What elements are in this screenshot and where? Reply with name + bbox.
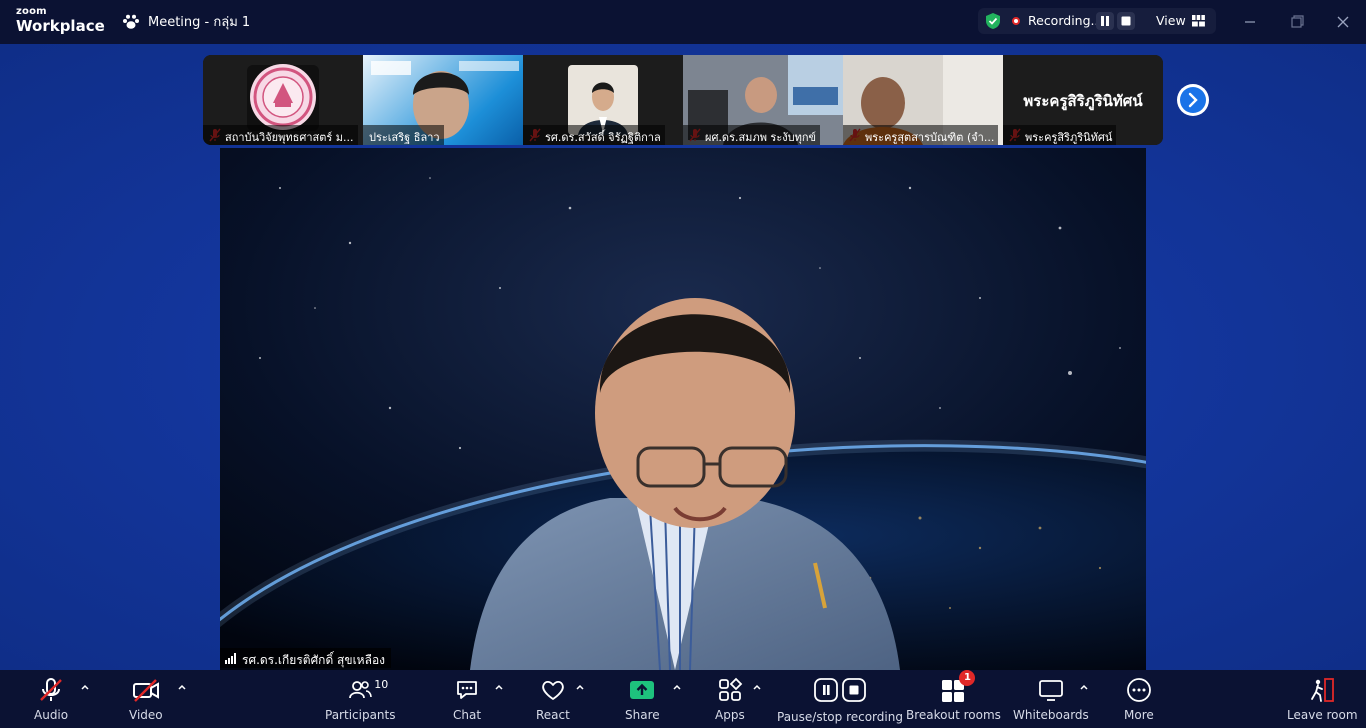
next-page-button[interactable] — [1177, 84, 1209, 116]
breakout-rooms-button[interactable]: 1 Breakout rooms — [906, 670, 1001, 722]
participant-name: รศ.ดร.สวัสดิ์ จิรัฏฐิติกาล — [523, 125, 665, 145]
view-button[interactable]: View — [1156, 13, 1205, 28]
participant-strip: สถาบันวิจัยพุทธศาสตร์ ม... ประเสริฐ ธิลา… — [203, 55, 1163, 145]
participant-tile[interactable]: ประเสริฐ ธิลาว — [363, 55, 523, 145]
react-label: React — [536, 708, 570, 722]
pause-recording-button[interactable] — [1096, 12, 1114, 30]
video-off-icon — [131, 676, 161, 704]
apps-button[interactable]: Apps — [715, 676, 745, 722]
pause-stop-recording-button[interactable]: Pause/stop recording — [777, 676, 903, 724]
pause-icon — [1101, 16, 1109, 26]
chevron-right-icon — [1180, 87, 1206, 113]
leave-room-label: Leave room — [1287, 708, 1358, 722]
meeting-toolbar: Audio Video 10 Participants Chat React S… — [0, 670, 1366, 728]
chat-icon — [454, 676, 480, 704]
breakout-rooms-label: Breakout rooms — [906, 708, 1001, 722]
share-options-caret-icon[interactable] — [672, 682, 682, 692]
recording-status: Recording... — [1028, 13, 1103, 28]
apps-label: Apps — [715, 708, 745, 722]
mic-muted-icon — [37, 676, 65, 704]
more-icon — [1125, 676, 1153, 704]
main-speaker-video[interactable]: รศ.ดร.เกียรติศักดิ์ สุขเหลือง — [220, 148, 1146, 670]
video-button[interactable]: Video — [129, 676, 163, 722]
recording-dot-icon — [1012, 17, 1020, 25]
share-label: Share — [625, 708, 660, 722]
meeting-title-text: Meeting - กลุ่ม 1 — [148, 15, 251, 30]
whiteboards-label: Whiteboards — [1013, 708, 1089, 722]
participant-tile[interactable]: รศ.ดร.สวัสดิ์ จิรัฏฐิติกาล — [523, 55, 683, 145]
paw-icon — [123, 14, 139, 29]
pause-stop-recording-label: Pause/stop recording — [777, 710, 903, 724]
video-label: Video — [129, 708, 163, 722]
leave-room-button[interactable]: Leave room — [1287, 676, 1358, 722]
speaker-video-frame — [220, 148, 1146, 670]
chat-button[interactable]: Chat — [453, 676, 481, 722]
react-options-caret-icon[interactable] — [575, 682, 585, 692]
participant-big-name: พระครูสิริภูรินิทัศน์ — [1023, 92, 1143, 110]
video-options-caret-icon[interactable] — [177, 682, 187, 692]
view-label: View — [1156, 13, 1186, 28]
participant-name: พระครูสุตสารบัณฑิต (จำ... — [843, 125, 999, 145]
participant-tile[interactable]: ผศ.ดร.สมภพ ระงับทุกข์ — [683, 55, 843, 145]
participant-name: สถาบันวิจัยพุทธศาสตร์ ม... — [203, 125, 358, 145]
brand-line-1: zoom — [16, 6, 47, 17]
share-button[interactable]: Share — [625, 676, 660, 722]
recording-pill: Recording... View — [978, 8, 1216, 34]
title-bar: zoom Workplace Meeting - กลุ่ม 1 Recordi… — [0, 0, 1366, 44]
grid-view-icon — [1191, 14, 1205, 26]
speaker-name-label: รศ.ดร.เกียรติศักดิ์ สุขเหลือง — [220, 648, 392, 668]
participant-name: พระครูสิริภูรินิทัศน์ — [1003, 125, 1117, 145]
participants-button[interactable]: 10 Participants — [325, 676, 396, 722]
share-screen-icon — [628, 676, 656, 704]
stop-recording-button[interactable] — [1117, 12, 1135, 30]
more-button[interactable]: More — [1124, 676, 1154, 722]
participant-tile[interactable]: พระครูสุตสารบัณฑิต (จำ... — [843, 55, 1003, 145]
heart-icon — [539, 676, 567, 704]
whiteboards-options-caret-icon[interactable] — [1079, 682, 1089, 692]
recording-controls-icon — [813, 676, 867, 704]
participant-name: ประเสริฐ ธิลาว — [363, 125, 444, 145]
signal-strength-icon — [225, 653, 236, 664]
participant-tile[interactable]: สถาบันวิจัยพุทธศาสตร์ ม... — [203, 55, 363, 145]
react-button[interactable]: React — [536, 676, 570, 722]
minimize-icon[interactable] — [1240, 12, 1260, 32]
apps-options-caret-icon[interactable] — [752, 682, 762, 692]
chat-options-caret-icon[interactable] — [494, 682, 504, 692]
brand-line-2: Workplace — [16, 17, 105, 35]
breakout-rooms-icon: 1 — [939, 670, 976, 704]
leave-door-icon — [1308, 676, 1336, 704]
participants-label: Participants — [325, 708, 396, 722]
more-label: More — [1124, 708, 1154, 722]
audio-button[interactable]: Audio — [34, 676, 68, 722]
stop-icon — [1121, 16, 1131, 26]
participant-tile[interactable]: พระครูสิริภูรินิทัศน์ พระครูสิริภูรินิทั… — [1003, 55, 1163, 145]
meeting-title[interactable]: Meeting - กลุ่ม 1 — [122, 11, 250, 32]
participant-name: ผศ.ดร.สมภพ ระงับทุกข์ — [683, 125, 821, 145]
app-logo: zoom Workplace — [16, 7, 105, 34]
speaker-name: รศ.ดร.เกียรติศักดิ์ สุขเหลือง — [242, 653, 386, 667]
audio-label: Audio — [34, 708, 69, 722]
close-icon[interactable] — [1333, 12, 1353, 32]
whiteboards-button[interactable]: Whiteboards — [1013, 676, 1089, 722]
chat-label: Chat — [453, 708, 482, 722]
audio-options-caret-icon[interactable] — [80, 682, 90, 692]
whiteboard-icon — [1037, 676, 1065, 704]
shield-check-icon[interactable] — [984, 12, 1002, 30]
participants-count: 10 — [374, 678, 389, 691]
maximize-icon[interactable] — [1287, 12, 1307, 32]
apps-icon — [716, 676, 744, 704]
breakout-rooms-badge: 1 — [959, 670, 976, 686]
participants-icon: 10 — [347, 676, 388, 704]
